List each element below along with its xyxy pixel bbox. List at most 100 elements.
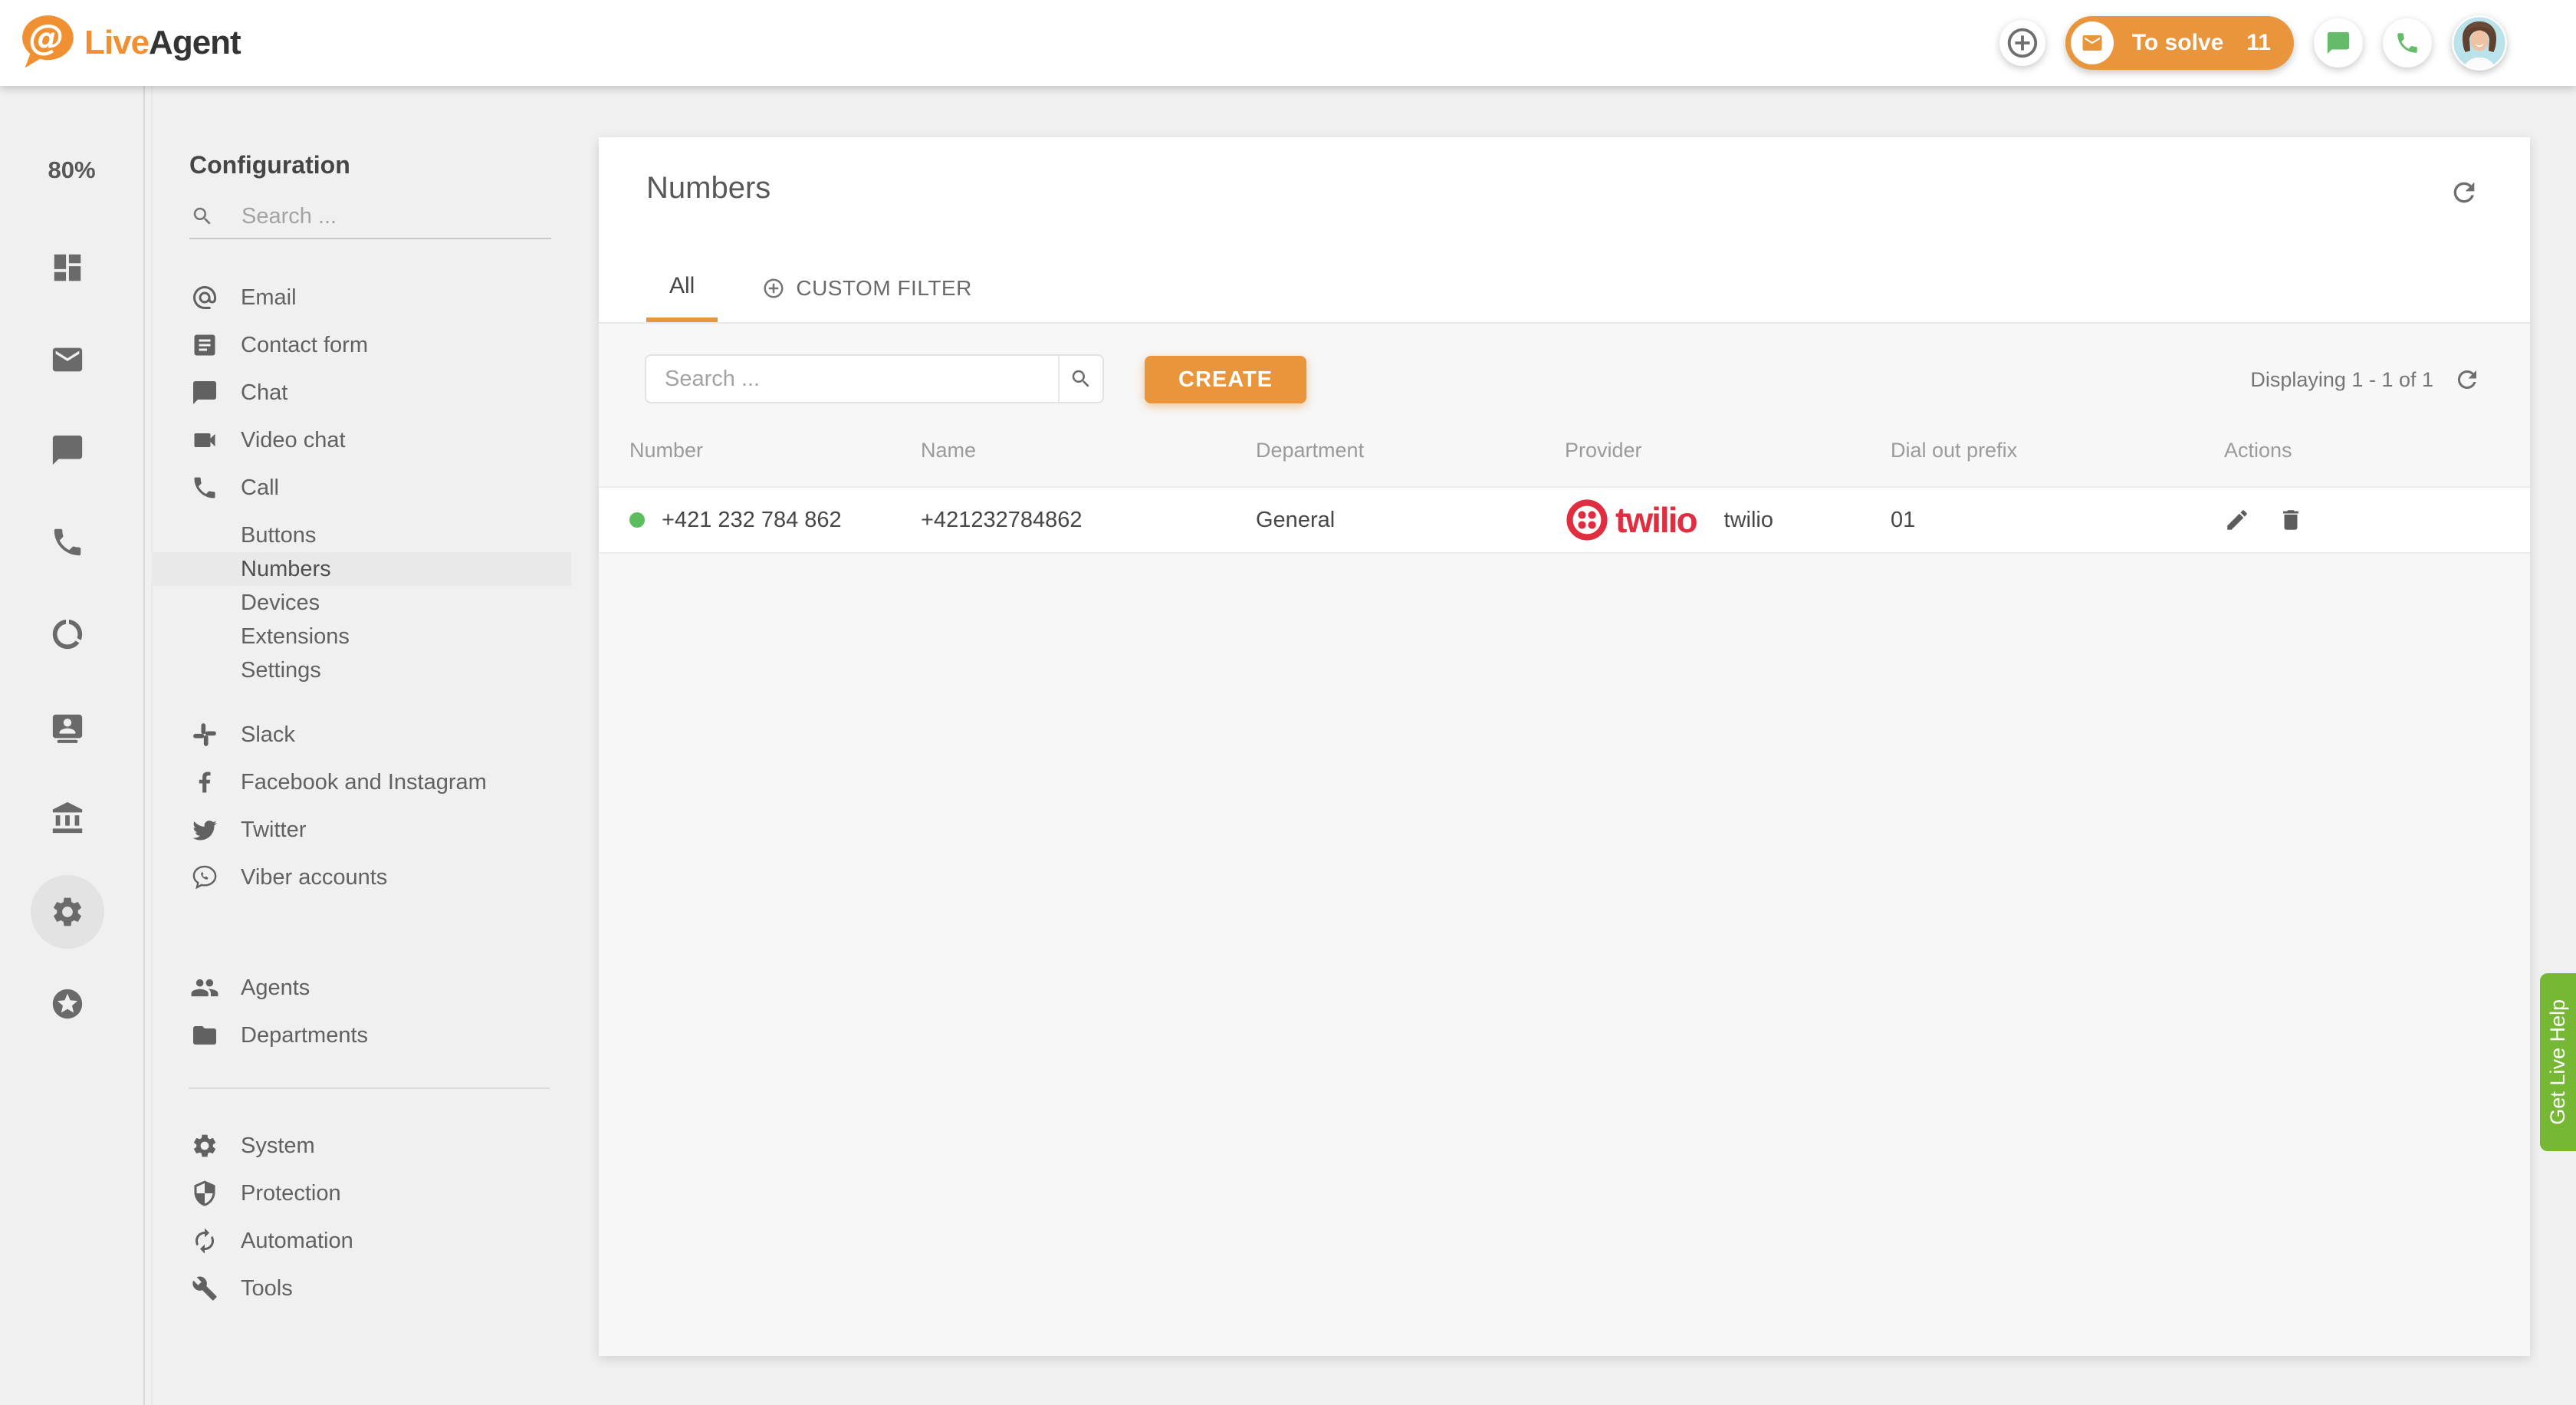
contact-card-icon bbox=[50, 710, 85, 745]
twilio-logo: twilio bbox=[1565, 498, 1697, 542]
table-search-input[interactable] bbox=[646, 356, 1058, 402]
tab-custom-filter[interactable]: CUSTOM FILTER bbox=[762, 276, 971, 324]
item-label: Buttons bbox=[241, 523, 316, 548]
refresh-icon[interactable] bbox=[2453, 366, 2481, 393]
column-name: Name bbox=[921, 439, 1256, 462]
get-live-help-tab[interactable]: Get Live Help bbox=[2540, 973, 2576, 1151]
page-title: Numbers bbox=[646, 171, 770, 206]
to-solve-badge[interactable]: To solve 11 bbox=[2065, 16, 2294, 70]
table-search bbox=[645, 354, 1104, 403]
item-label: Call bbox=[241, 475, 279, 501]
folder-icon bbox=[189, 1022, 220, 1049]
panel-title: Configuration bbox=[189, 151, 350, 179]
search-icon bbox=[191, 205, 214, 228]
star-circle-icon bbox=[50, 986, 85, 1022]
rail-reports[interactable] bbox=[31, 597, 104, 671]
item-label: Agents bbox=[241, 976, 310, 1001]
rail-tickets[interactable] bbox=[31, 323, 104, 396]
rail-configuration[interactable] bbox=[31, 875, 104, 949]
envelope-icon bbox=[50, 342, 85, 377]
search-icon bbox=[1070, 367, 1092, 390]
sidebar-item-chat[interactable]: Chat bbox=[153, 369, 571, 416]
rail-starred[interactable] bbox=[31, 967, 104, 1041]
sidebar-item-buttons[interactable]: Buttons bbox=[153, 518, 571, 552]
sidebar-item-system[interactable]: System bbox=[153, 1122, 571, 1170]
gear-icon bbox=[189, 1132, 220, 1160]
chat-bubble-icon bbox=[189, 379, 220, 406]
actions-cell bbox=[2224, 507, 2499, 533]
sidebar-item-devices[interactable]: Devices bbox=[153, 586, 571, 620]
item-label: Facebook and Instagram bbox=[241, 770, 487, 795]
refresh-button[interactable] bbox=[2449, 177, 2479, 208]
sidebar-item-twitter[interactable]: Twitter bbox=[153, 806, 571, 854]
icon-rail: 80% bbox=[0, 86, 145, 1405]
sidebar-item-agents[interactable]: Agents bbox=[153, 964, 571, 1012]
item-label: Automation bbox=[241, 1229, 353, 1254]
create-button[interactable]: CREATE bbox=[1145, 356, 1306, 403]
item-label: Viber accounts bbox=[241, 865, 387, 890]
document-icon bbox=[189, 331, 220, 359]
twitter-icon bbox=[189, 816, 220, 844]
slack-icon bbox=[189, 722, 220, 748]
sidebar-item-call[interactable]: Call bbox=[153, 464, 571, 512]
calls-button[interactable] bbox=[2383, 18, 2432, 67]
row-name: +421232784862 bbox=[921, 508, 1256, 533]
sidebar-item-viber[interactable]: Viber accounts bbox=[153, 854, 571, 901]
to-solve-envelope-circle bbox=[2071, 21, 2114, 64]
item-label: Departments bbox=[241, 1023, 368, 1048]
phone-icon bbox=[50, 525, 85, 560]
viber-icon bbox=[189, 864, 220, 891]
sidebar-item-departments[interactable]: Departments bbox=[153, 1012, 571, 1059]
sidebar-item-protection[interactable]: Protection bbox=[153, 1170, 571, 1217]
status-online-dot bbox=[629, 512, 645, 528]
top-bar: @ LiveAgent To solve 11 bbox=[0, 0, 2576, 86]
config-search-input[interactable] bbox=[242, 204, 533, 229]
provider-cell: twilio twilio bbox=[1565, 498, 1891, 542]
tab-all[interactable]: All bbox=[646, 273, 718, 324]
user-avatar[interactable] bbox=[2452, 15, 2507, 71]
item-label: Numbers bbox=[241, 557, 331, 582]
item-label: Slack bbox=[241, 722, 295, 748]
add-button[interactable] bbox=[1999, 20, 2045, 66]
rail-billing[interactable] bbox=[31, 781, 104, 855]
gear-icon bbox=[50, 894, 85, 930]
twilio-mark-icon bbox=[1565, 498, 1609, 542]
item-label: Video chat bbox=[241, 428, 346, 453]
sidebar-item-contact-form[interactable]: Contact form bbox=[153, 321, 571, 369]
to-solve-label: To solve bbox=[2132, 30, 2223, 56]
item-label: Extensions bbox=[241, 624, 350, 650]
sidebar-item-slack[interactable]: Slack bbox=[153, 711, 571, 758]
sidebar-item-settings[interactable]: Settings bbox=[153, 653, 571, 687]
row-provider: twilio bbox=[1724, 508, 1773, 533]
numbers-card: Numbers All CUSTOM FILTER CREATE Display… bbox=[599, 137, 2530, 1356]
sidebar-item-email[interactable]: Email bbox=[153, 274, 571, 321]
refresh-icon bbox=[2449, 177, 2479, 208]
header-actions: To solve 11 bbox=[1999, 0, 2507, 86]
item-label: Protection bbox=[241, 1181, 341, 1206]
at-email-icon bbox=[189, 284, 220, 311]
get-live-help-label: Get Live Help bbox=[2546, 999, 2570, 1125]
search-submit[interactable] bbox=[1058, 356, 1102, 402]
rail-customers[interactable] bbox=[31, 691, 104, 765]
row-department: General bbox=[1256, 508, 1565, 533]
sidebar-item-numbers[interactable]: Numbers bbox=[153, 552, 571, 586]
plus-circle-icon bbox=[762, 277, 785, 300]
data-usage-icon bbox=[50, 617, 85, 652]
edit-pencil-icon[interactable] bbox=[2224, 507, 2250, 533]
rail-dashboard[interactable] bbox=[31, 231, 104, 304]
videocam-icon bbox=[189, 426, 220, 454]
to-solve-count: 11 bbox=[2246, 30, 2271, 56]
sidebar-item-automation[interactable]: Automation bbox=[153, 1217, 571, 1265]
delete-trash-icon[interactable] bbox=[2278, 507, 2304, 533]
item-label: System bbox=[241, 1134, 315, 1159]
chats-button[interactable] bbox=[2314, 18, 2363, 67]
table-row[interactable]: +421 232 784 862 +421232784862 General t… bbox=[599, 486, 2530, 554]
sidebar-item-extensions[interactable]: Extensions bbox=[153, 620, 571, 653]
plus-circle-icon bbox=[2005, 25, 2040, 61]
sidebar-item-facebook-instagram[interactable]: Facebook and Instagram bbox=[153, 758, 571, 806]
rail-chats[interactable] bbox=[31, 413, 104, 487]
sidebar-item-tools[interactable]: Tools bbox=[153, 1265, 571, 1312]
rail-calls[interactable] bbox=[31, 505, 104, 579]
logo-live-text: Live bbox=[84, 24, 149, 61]
sidebar-item-video-chat[interactable]: Video chat bbox=[153, 416, 571, 464]
